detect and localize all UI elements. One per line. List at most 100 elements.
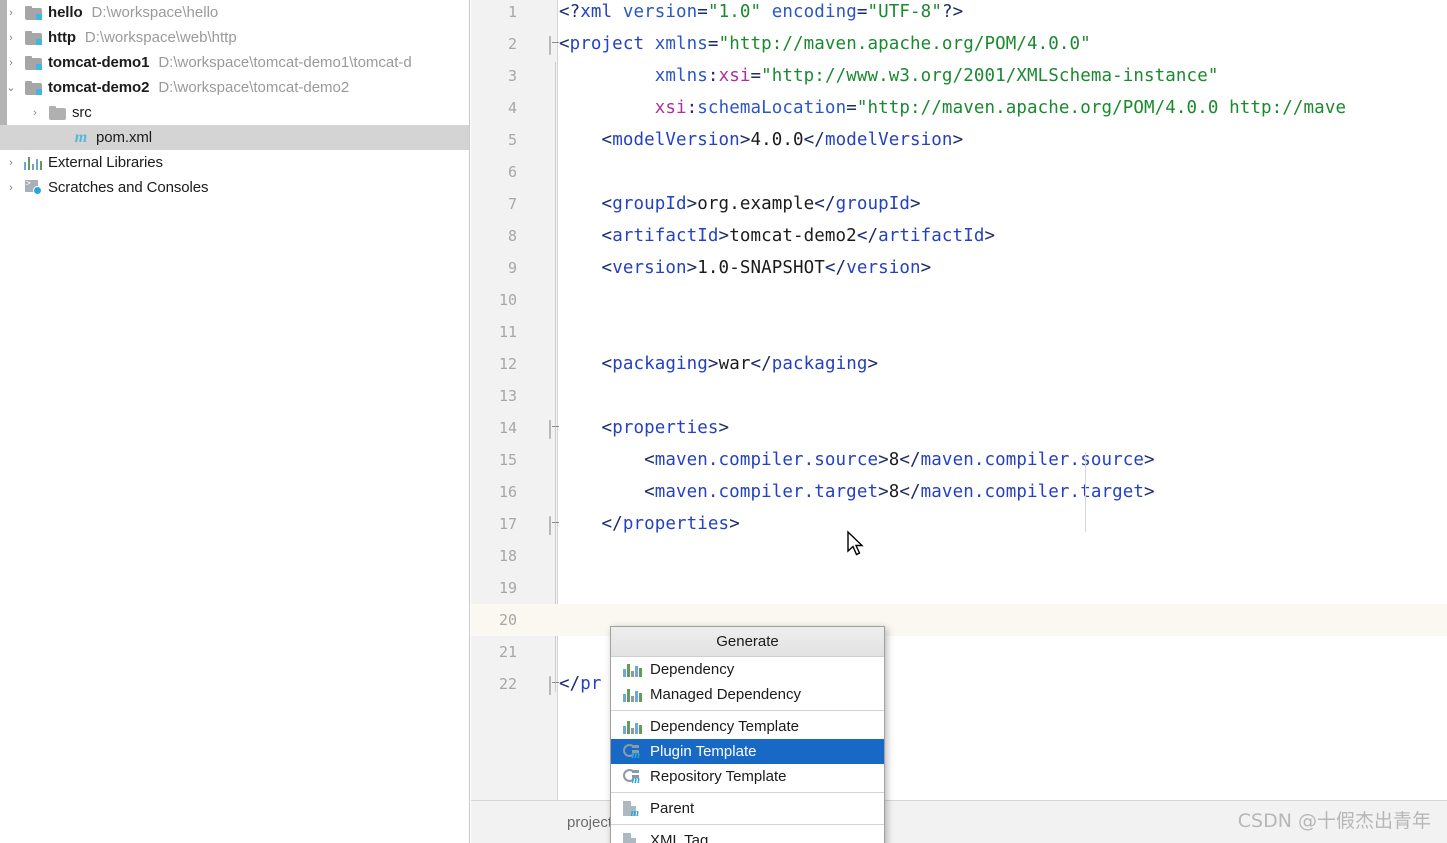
fold-marker-line-14[interactable] bbox=[549, 420, 565, 439]
breadcrumb-item-project[interactable]: project bbox=[567, 814, 612, 831]
chevron-right-icon[interactable]: › bbox=[0, 7, 22, 19]
tree-row-scratches-and-consoles[interactable]: › Scratches and Consoles bbox=[0, 175, 469, 200]
token-punct: </ bbox=[899, 450, 921, 470]
tree-row-tomcat-demo1[interactable]: › tomcat-demo1 D:\workspace\tomcat-demo1\t… bbox=[0, 50, 469, 75]
dependency-bars-icon bbox=[623, 661, 647, 679]
line-number: 11 bbox=[498, 323, 517, 341]
line-number: 8 bbox=[507, 227, 517, 245]
token-tag: project bbox=[569, 34, 645, 54]
menu-item-managed-dependency[interactable]: Managed Dependency bbox=[611, 682, 884, 707]
token-ns: xsi bbox=[718, 66, 751, 86]
code-line-6[interactable]: 6 bbox=[471, 156, 1447, 188]
chevron-right-icon[interactable]: › bbox=[0, 182, 22, 194]
token-tag: modelVersion bbox=[824, 130, 953, 150]
tree-row-tomcat-demo2[interactable]: ⌄ tomcat-demo2 D:\workspace\tomcat-demo2 bbox=[0, 75, 469, 100]
plugin-icon: m bbox=[623, 743, 647, 761]
code-line-19[interactable]: 19 bbox=[471, 572, 1447, 604]
fold-marker-line-2[interactable] bbox=[549, 36, 565, 55]
menu-item-repository-template[interactable]: m Repository Template bbox=[611, 764, 884, 789]
code-line-2[interactable]: 2 <project xmlns="http://maven.apache.org… bbox=[471, 28, 1447, 60]
token-tag: maven.compiler.target bbox=[654, 482, 879, 502]
code-line-12[interactable]: 12 <packaging>war</packaging> bbox=[471, 348, 1447, 380]
line-number: 5 bbox=[507, 131, 517, 149]
tree-row-pom-xml[interactable]: m pom.xml bbox=[0, 125, 469, 150]
chevron-right-icon[interactable]: › bbox=[0, 57, 22, 69]
code-line-8[interactable]: 8 <artifactId>tomcat-demo2</artifactId> bbox=[471, 220, 1447, 252]
code-line-text: <groupId>org.example</groupId> bbox=[559, 194, 921, 214]
folder-icon bbox=[46, 103, 68, 123]
token-tag: groupId bbox=[612, 194, 687, 214]
csdn-watermark: CSDN @十假杰出青年 bbox=[1237, 810, 1431, 832]
mouse-cursor bbox=[847, 530, 864, 556]
chevron-right-icon[interactable]: › bbox=[0, 157, 22, 169]
code-line-14[interactable]: 14 <properties> bbox=[471, 412, 1447, 444]
generate-popup[interactable]: Generate Dependency Managed Dependency Dep… bbox=[610, 626, 885, 843]
menu-item-plugin-template[interactable]: m Plugin Template bbox=[611, 739, 884, 764]
dependency-bars-icon bbox=[623, 718, 647, 736]
token-punct: < bbox=[644, 450, 655, 470]
fold-marker-line-17[interactable] bbox=[549, 516, 565, 535]
token-tag: maven.compiler.target bbox=[920, 482, 1145, 502]
line-number: 20 bbox=[498, 611, 517, 629]
code-line-16[interactable]: 16 <maven.compiler.target>8</maven.compi… bbox=[471, 476, 1447, 508]
menu-item-label: XML Tag bbox=[650, 832, 709, 843]
token-punct: < bbox=[601, 258, 613, 278]
code-line-text: <version>1.0-SNAPSHOT</version> bbox=[559, 258, 932, 278]
project-tree: › hello D:\workspace\hello › http D:\workspac… bbox=[0, 0, 469, 200]
token-str: "1.0" bbox=[707, 2, 762, 22]
code-line-15[interactable]: 15 <maven.compiler.source>8</maven.compi… bbox=[471, 444, 1447, 476]
line-number: 12 bbox=[498, 355, 517, 373]
tree-node-label: pom.xml bbox=[96, 129, 152, 146]
code-line-3[interactable]: 3 xmlns:xsi="http://www.w3.org/2001/XMLS… bbox=[471, 60, 1447, 92]
token-punct: = bbox=[750, 66, 762, 86]
token-attr: xmlns bbox=[654, 34, 708, 54]
tree-row-hello[interactable]: › hello D:\workspace\hello bbox=[0, 0, 469, 25]
code-line-1[interactable]: 1 <?xml version="1.0" encoding="UTF-8"?> bbox=[471, 0, 1447, 28]
token-punct: < bbox=[601, 418, 613, 438]
code-line-4[interactable]: 4 xsi:schemaLocation="http://maven.apach… bbox=[471, 92, 1447, 124]
token-tag: properties bbox=[622, 514, 730, 534]
maven-file-icon: m bbox=[70, 128, 92, 148]
code-line-18[interactable]: 18 bbox=[471, 540, 1447, 572]
token-punct: > bbox=[718, 418, 730, 438]
dependency-bars-icon bbox=[623, 663, 642, 677]
indent-guide bbox=[1085, 452, 1086, 532]
code-line-17[interactable]: 17 </properties> bbox=[471, 508, 1447, 540]
line-number: 16 bbox=[498, 483, 517, 501]
menu-item-dependency[interactable]: Dependency bbox=[611, 657, 884, 682]
chevron-down-icon[interactable]: ⌄ bbox=[0, 81, 22, 94]
token-tag: maven.compiler.source bbox=[654, 450, 879, 470]
menu-item-dependency-template[interactable]: Dependency Template bbox=[611, 714, 884, 739]
code-line-5[interactable]: 5 <modelVersion>4.0.0</modelVersion> bbox=[471, 124, 1447, 156]
token-tag: properties bbox=[612, 418, 719, 438]
external-libraries-icon bbox=[23, 156, 43, 170]
fold-marker-line-22[interactable] bbox=[549, 676, 565, 695]
tree-row-external-libraries[interactable]: › External Libraries bbox=[0, 150, 469, 175]
tree-row-src[interactable]: › src bbox=[0, 100, 469, 125]
code-line-7[interactable]: 7 <groupId>org.example</groupId> bbox=[471, 188, 1447, 220]
generate-popup-items: Dependency Managed Dependency Dependency T… bbox=[611, 657, 884, 843]
chevron-right-icon[interactable]: › bbox=[0, 32, 22, 44]
code-line-9[interactable]: 9 <version>1.0-SNAPSHOT</version> bbox=[471, 252, 1447, 284]
menu-item-xml-tag[interactable]: m XML Tag bbox=[611, 828, 884, 843]
token-punct: = bbox=[846, 98, 857, 118]
code-line-13[interactable]: 13 bbox=[471, 380, 1447, 412]
folder-icon bbox=[48, 105, 66, 120]
module-folder-icon bbox=[22, 28, 44, 48]
token-text: 8 bbox=[888, 450, 900, 470]
token-str: "http://www.w3.org/2001/XMLSchema-instan… bbox=[761, 66, 1219, 86]
token-str: "UTF-8" bbox=[867, 2, 942, 22]
chevron-right-icon[interactable]: › bbox=[24, 107, 46, 119]
tree-row-http[interactable]: › http D:\workspace\web\http bbox=[0, 25, 469, 50]
token-punct: </ bbox=[803, 130, 825, 150]
code-line-11[interactable]: 11 bbox=[471, 316, 1447, 348]
parent-doc-icon: m bbox=[623, 800, 647, 819]
dependency-bars-icon bbox=[623, 686, 647, 704]
line-number: 3 bbox=[507, 67, 517, 85]
code-line-10[interactable]: 10 bbox=[471, 284, 1447, 316]
menu-item-parent[interactable]: m Parent bbox=[611, 796, 884, 821]
token-punct: > bbox=[707, 354, 719, 374]
external-libraries-icon bbox=[22, 153, 44, 173]
